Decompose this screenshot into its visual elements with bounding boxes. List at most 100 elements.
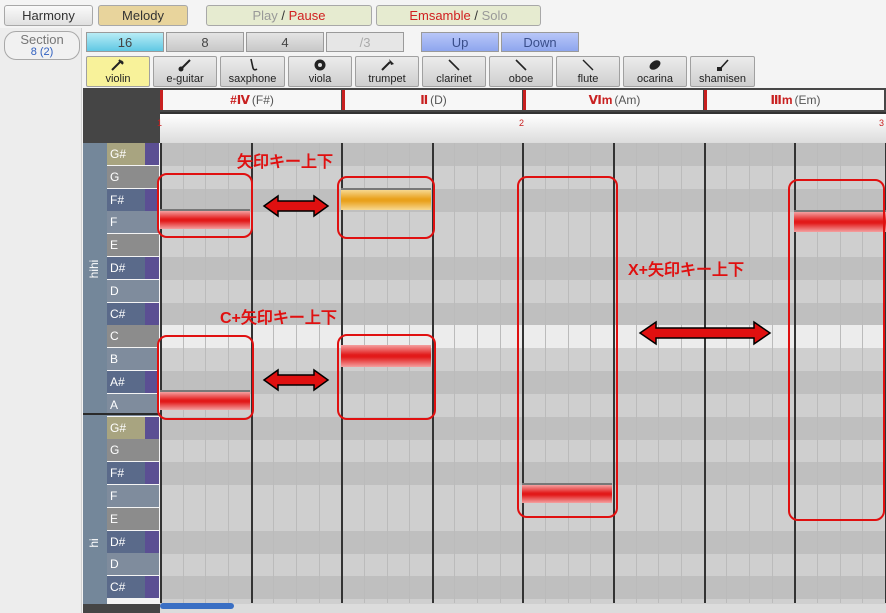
chord-4[interactable]: Ⅲm (Em) (704, 90, 884, 110)
melody-tab[interactable]: Melody (98, 5, 188, 26)
key-label: F (110, 489, 118, 503)
instrument-oboe-label: oboe (508, 73, 534, 85)
key-tab (145, 531, 159, 553)
division-8-button[interactable]: 8 (166, 32, 244, 52)
key-a-sharp-high[interactable]: A# (107, 371, 159, 393)
instrument-viola[interactable]: viola (288, 56, 352, 87)
octave-up-button[interactable]: Up (421, 32, 499, 52)
key-d-high[interactable]: D (107, 280, 159, 302)
key-label: C# (110, 307, 126, 321)
division-triplet-button[interactable]: /3 (326, 32, 404, 52)
octave-hi-label: hi (87, 538, 101, 548)
chord-1[interactable]: #Ⅳ (F#) (160, 90, 341, 110)
corner-panel (83, 88, 160, 143)
measure-2-label: 2 (519, 118, 525, 128)
key-f[interactable]: F (107, 485, 159, 507)
trumpet-icon (381, 59, 394, 71)
instrument-flute[interactable]: flute (556, 56, 620, 87)
division-4-button[interactable]: 4 (246, 32, 324, 52)
key-c-sharp-high[interactable]: C# (107, 303, 159, 325)
chord-3[interactable]: Ⅵm (Am) (523, 90, 703, 110)
key-d-sharp[interactable]: D# (107, 531, 159, 553)
division-16-button[interactable]: 16 (86, 32, 164, 52)
instrument-ocarina-label: ocarina (636, 73, 674, 85)
key-tab (145, 462, 159, 484)
transport-slash: / (281, 8, 286, 23)
clarinet-icon (448, 59, 460, 71)
division-triplet-label: /3 (359, 34, 371, 50)
grid-line (749, 143, 750, 603)
chord-3-name: (Am) (614, 93, 641, 107)
horizontal-scrollbar-track[interactable] (160, 604, 886, 613)
grid-line (500, 143, 501, 603)
key-f-high[interactable]: F (107, 211, 159, 233)
division-8-label: 8 (201, 34, 209, 50)
instrument-shamisen-label: shamisen (698, 73, 747, 85)
ensemble-solo-button[interactable]: Emsamble / Solo (376, 5, 541, 26)
key-label: F# (110, 466, 125, 480)
harmony-tab[interactable]: Harmony (4, 5, 93, 26)
horizontal-scrollbar-thumb[interactable] (160, 603, 234, 609)
measure-1-label: 1 (157, 118, 163, 128)
key-label: G (110, 170, 120, 184)
key-f-sharp-high[interactable]: F# (107, 189, 159, 211)
chord-2-roman: Ⅱ (420, 93, 429, 107)
key-f-sharp[interactable]: F# (107, 462, 159, 484)
annotation-box (788, 179, 885, 521)
key-g-high[interactable]: G (107, 166, 159, 188)
instrument-clarinet-label: clarinet (436, 73, 472, 85)
key-label: D (110, 557, 119, 571)
key-tab (145, 303, 159, 325)
annotation-x-arrow-keys: X+矢印キー上下 (628, 262, 745, 279)
key-tab (145, 576, 159, 598)
key-label: A# (110, 375, 125, 389)
chord-4-name: (Em) (794, 93, 821, 107)
instrument-saxphone[interactable]: saxphone (220, 56, 285, 87)
key-d[interactable]: D (107, 553, 159, 575)
key-g[interactable]: G (107, 439, 159, 461)
annotation-box (337, 176, 435, 239)
annotation-arrow-keys: 矢印キー上下 (237, 154, 334, 171)
division-16-label: 16 (117, 34, 133, 50)
annotation-box (157, 335, 254, 420)
key-d-sharp-high[interactable]: D# (107, 257, 159, 279)
grid-line (477, 143, 478, 603)
ensemble-slash: / (474, 8, 478, 23)
chord-2[interactable]: Ⅱ (D) (342, 90, 522, 110)
shamisen-icon (716, 59, 729, 71)
annotation-box (517, 176, 618, 518)
key-label: E (110, 238, 119, 252)
grid-line (658, 143, 659, 603)
key-g-sharp[interactable]: G# (107, 417, 159, 439)
instrument-trumpet[interactable]: trumpet (355, 56, 419, 87)
instrument-violin[interactable]: violin (86, 56, 150, 87)
left-bottom-bar (83, 604, 160, 613)
key-e-high[interactable]: E (107, 234, 159, 256)
chord-1-roman: #Ⅳ (230, 93, 250, 107)
key-b-high[interactable]: B (107, 348, 159, 370)
instrument-clarinet[interactable]: clarinet (422, 56, 486, 87)
ensemble-label: Emsamble (409, 8, 471, 23)
pause-label: Pause (288, 8, 326, 23)
key-c-high[interactable]: C (107, 325, 159, 347)
key-e[interactable]: E (107, 508, 159, 530)
key-tab (145, 143, 159, 165)
instrument-oboe[interactable]: oboe (489, 56, 553, 87)
key-label: G (110, 443, 120, 457)
viola-icon (314, 59, 326, 71)
key-label: E (110, 512, 119, 526)
chord-4-roman: Ⅲm (770, 93, 793, 107)
play-pause-button[interactable]: Play / Pause (206, 5, 372, 26)
section-label: Section (20, 31, 64, 47)
double-arrow-icon (262, 194, 330, 218)
instrument-shamisen[interactable]: shamisen (690, 56, 755, 87)
key-g-sharp-high[interactable]: G# (107, 143, 159, 165)
instrument-e-guitar[interactable]: e-guitar (153, 56, 217, 87)
key-label: C# (110, 580, 126, 594)
annotation-box (157, 173, 253, 238)
section-button[interactable]: Section 8 (2) (4, 31, 80, 60)
instrument-ocarina[interactable]: ocarina (623, 56, 687, 87)
key-label: A (110, 398, 119, 412)
key-c-sharp[interactable]: C# (107, 576, 159, 598)
octave-down-button[interactable]: Down (501, 32, 579, 52)
